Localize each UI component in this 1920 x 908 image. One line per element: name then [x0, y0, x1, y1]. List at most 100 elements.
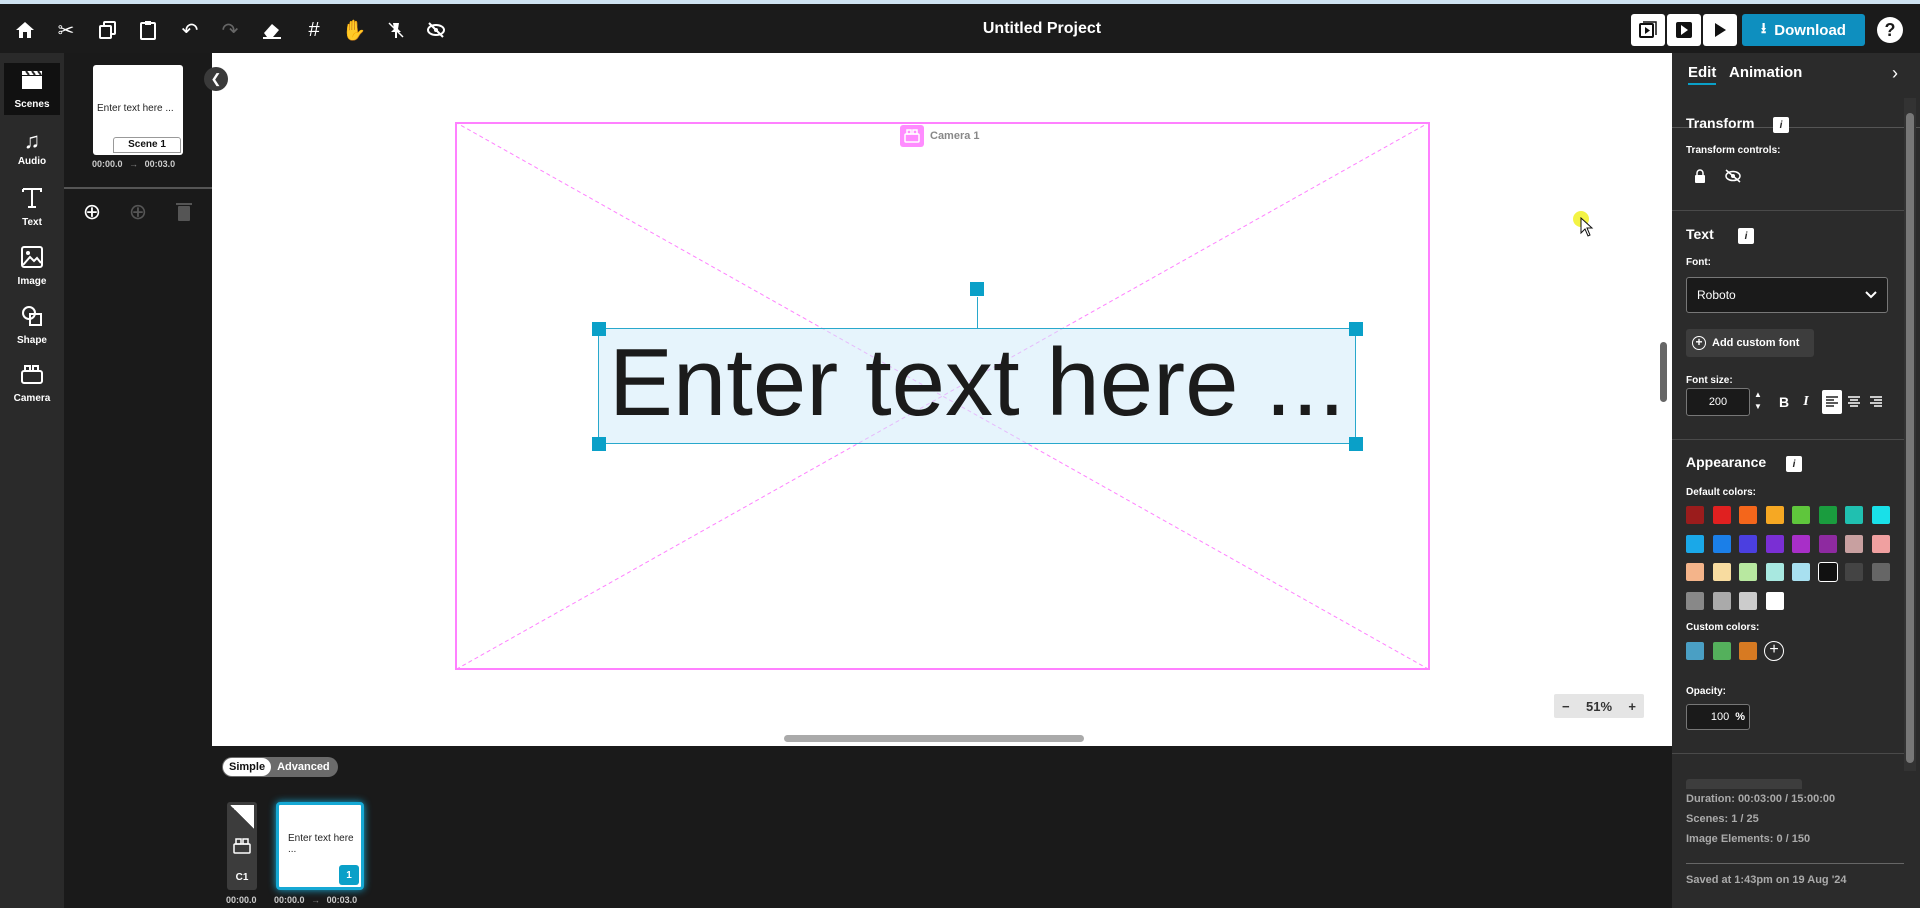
mode-advanced[interactable]: Advanced [271, 761, 336, 773]
tab-animation[interactable]: Animation [1729, 64, 1802, 81]
copy-icon[interactable] [94, 16, 122, 44]
nav-shape[interactable]: Shape [4, 299, 60, 351]
align-right-icon[interactable] [1866, 390, 1886, 414]
add-scene-icon[interactable]: ⊕ [80, 199, 104, 224]
font-size-stepper[interactable]: ▲ ▼ [1754, 389, 1762, 413]
color-swatch[interactable] [1845, 506, 1863, 524]
italic-button[interactable]: I [1796, 390, 1816, 414]
paste-icon[interactable] [134, 16, 162, 44]
color-swatch[interactable] [1712, 563, 1731, 581]
color-swatch[interactable] [1739, 563, 1757, 581]
tab-edit[interactable]: Edit [1688, 64, 1717, 85]
eraser-icon[interactable] [258, 16, 286, 44]
collapse-panel-icon[interactable]: ❮ [204, 67, 228, 91]
hand-icon[interactable]: ✋ [340, 16, 368, 44]
text-icon [21, 187, 43, 213]
help-button[interactable]: ? [1877, 17, 1903, 43]
font-size-input[interactable]: 200 [1686, 388, 1750, 416]
zoom-in-button[interactable]: + [1628, 699, 1636, 714]
eye-off-icon[interactable] [422, 16, 450, 44]
color-swatch[interactable] [1765, 534, 1784, 553]
timeline-scene[interactable]: Enter text here ... 1 [276, 802, 364, 890]
bold-button[interactable]: B [1774, 390, 1794, 414]
color-swatch[interactable] [1712, 591, 1731, 610]
color-swatch[interactable] [1739, 591, 1757, 610]
play-from-scene-icon[interactable] [1667, 14, 1701, 46]
mode-simple[interactable]: Simple [223, 758, 272, 776]
text-element-content: Enter text here ... [608, 329, 1346, 436]
zoom-out-button[interactable]: − [1562, 699, 1570, 714]
nav-image[interactable]: Image [4, 240, 60, 292]
resize-handle-top-left[interactable] [592, 322, 606, 336]
resize-handle-bottom-right[interactable] [1349, 437, 1363, 451]
camera-icon [21, 364, 43, 389]
home-icon[interactable] [11, 16, 39, 44]
info-icon[interactable]: i [1773, 117, 1789, 133]
custom-color-swatch[interactable] [1712, 642, 1731, 660]
nav-text[interactable]: Text [4, 181, 60, 233]
top-toolbar: ✂ ↶ ↷ # ✋ Untitled Project ⭳ Download ? [0, 0, 1920, 53]
font-select[interactable]: Roboto [1686, 277, 1888, 313]
camera-label[interactable]: Camera 1 [900, 125, 980, 147]
opacity-input[interactable]: 100 % [1686, 704, 1750, 730]
timeline-scene-number: 1 [339, 865, 359, 885]
scene-card[interactable]: Enter text here ... Scene 1 [93, 65, 183, 155]
lock-icon[interactable] [1694, 169, 1706, 186]
color-swatch[interactable] [1712, 506, 1731, 524]
eye-off-icon[interactable] [1724, 169, 1742, 186]
nav-scenes[interactable]: Scenes [4, 63, 60, 115]
color-swatch[interactable] [1792, 534, 1810, 553]
chevron-right-icon[interactable]: › [1892, 63, 1898, 84]
text-element[interactable]: Enter text here ... [598, 328, 1356, 444]
canvas-horizontal-scrollbar[interactable] [784, 735, 1084, 742]
color-swatch[interactable] [1739, 506, 1757, 524]
resize-handle-bottom-left[interactable] [592, 437, 606, 451]
color-swatch[interactable] [1765, 563, 1784, 581]
info-icon[interactable]: i [1786, 456, 1802, 472]
color-swatch[interactable] [1817, 562, 1838, 582]
nav-camera[interactable]: Camera [4, 358, 60, 410]
color-swatch[interactable] [1871, 563, 1890, 581]
undo-icon[interactable]: ↶ [176, 16, 204, 44]
mode-toggle[interactable]: Simple Advanced [222, 757, 338, 777]
download-button[interactable]: ⭳ Download [1742, 14, 1865, 46]
color-swatch[interactable] [1792, 506, 1810, 524]
align-left-icon[interactable] [1822, 390, 1842, 414]
rotate-handle[interactable] [970, 282, 984, 296]
custom-color-swatch[interactable] [1686, 642, 1704, 660]
play-icon[interactable] [1703, 14, 1737, 46]
align-center-icon[interactable] [1844, 390, 1864, 414]
properties-panel: Edit Animation › Transform i Transform c… [1672, 53, 1920, 908]
custom-color-swatch[interactable] [1739, 642, 1757, 660]
grid-icon[interactable]: # [300, 16, 328, 44]
music-icon: ♫ [23, 127, 41, 153]
add-color-icon[interactable]: + [1764, 641, 1784, 661]
color-swatch[interactable] [1871, 534, 1890, 553]
color-swatch[interactable] [1818, 506, 1837, 524]
pin-icon[interactable] [382, 16, 410, 44]
nav-audio[interactable]: ♫ Audio [4, 122, 60, 174]
color-swatch[interactable] [1765, 591, 1784, 610]
color-swatch[interactable] [1845, 563, 1863, 581]
color-swatch[interactable] [1686, 506, 1704, 524]
timeline [212, 746, 1672, 908]
camera-track[interactable]: C1 [227, 802, 257, 890]
color-swatch[interactable] [1845, 534, 1863, 553]
info-icon[interactable]: i [1738, 228, 1754, 244]
color-swatch[interactable] [1739, 534, 1757, 553]
preview-scene-icon[interactable] [1631, 14, 1665, 46]
color-swatch[interactable] [1712, 534, 1731, 553]
color-swatch[interactable] [1686, 534, 1704, 553]
add-custom-font-button[interactable]: + Add custom font [1686, 329, 1814, 357]
resize-handle-top-right[interactable] [1349, 322, 1363, 336]
color-swatch[interactable] [1686, 591, 1704, 610]
panel-scrollbar[interactable] [1906, 113, 1914, 763]
color-swatch[interactable] [1792, 563, 1810, 581]
canvas-vertical-scrollbar[interactable] [1660, 342, 1667, 402]
font-size-label: Font size: [1686, 375, 1733, 386]
scissors-icon[interactable]: ✂ [52, 16, 80, 44]
color-swatch[interactable] [1686, 563, 1704, 581]
color-swatch[interactable] [1818, 534, 1837, 553]
color-swatch[interactable] [1871, 506, 1890, 524]
color-swatch[interactable] [1765, 506, 1784, 524]
